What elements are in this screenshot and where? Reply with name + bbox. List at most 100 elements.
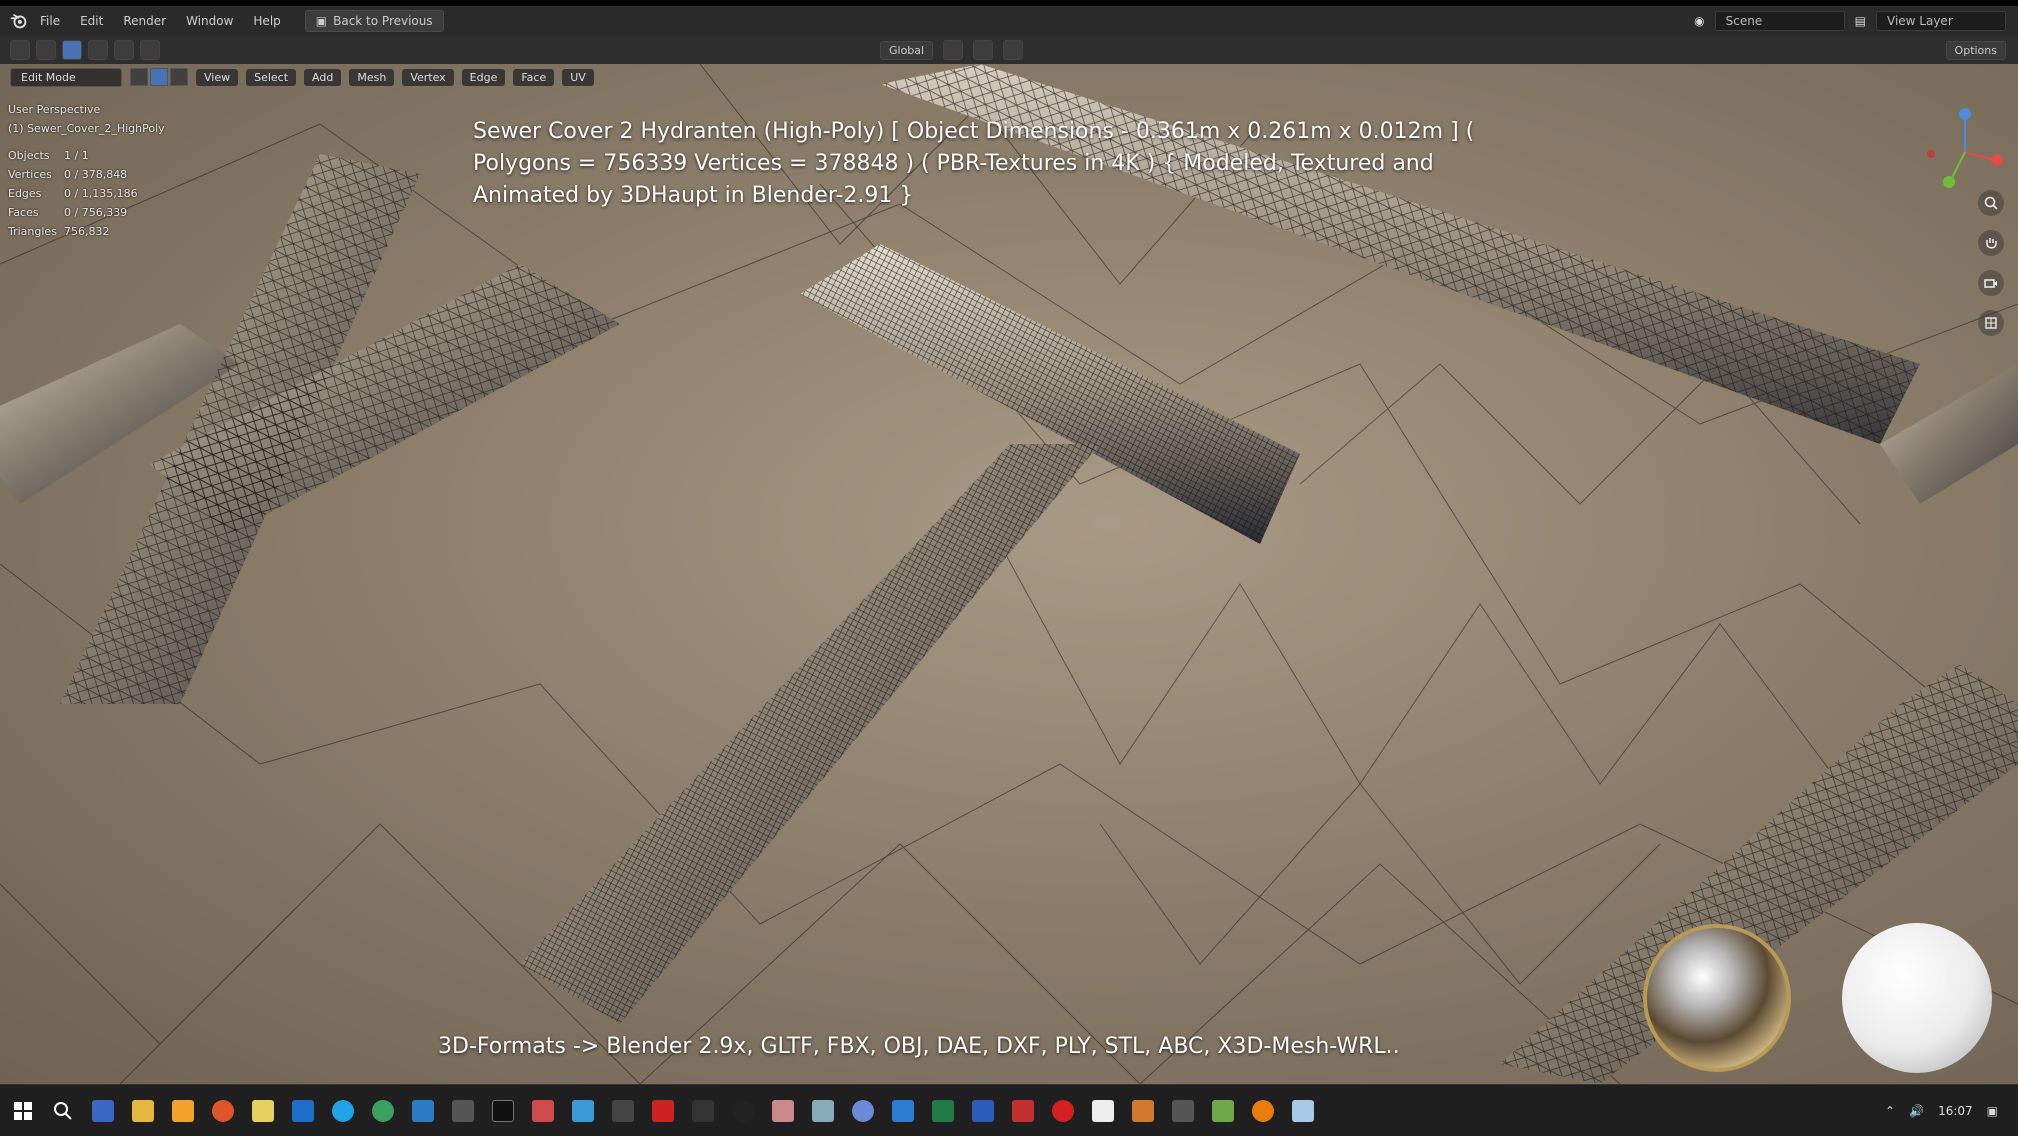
stat-value: 756,832 <box>64 225 110 238</box>
save-icon[interactable] <box>92 1099 114 1122</box>
snap-button[interactable] <box>973 40 994 60</box>
windows-taskbar: ⌃ 🔊 16:07 ▣ <box>0 1084 2018 1136</box>
app-icon[interactable] <box>732 1099 754 1122</box>
overlay-formats-text: 3D-Formats -> Blender 2.9x, GLTF, FBX, O… <box>438 1034 1400 1059</box>
mesh-wireframe-render <box>0 64 2018 1084</box>
menu-select[interactable]: Select <box>246 68 297 86</box>
orientation-dropdown[interactable]: Global <box>880 40 934 60</box>
document-icon[interactable] <box>1092 1099 1114 1122</box>
clock-label[interactable]: 16:07 <box>1938 1104 1973 1118</box>
app-icon[interactable] <box>612 1099 634 1122</box>
terminal-icon[interactable] <box>492 1099 514 1122</box>
app-icon[interactable] <box>852 1099 874 1122</box>
3d-viewport[interactable]: Edit Mode View Select Add Mesh Vertex Ed… <box>0 64 2018 1084</box>
notifications-icon[interactable]: ▣ <box>1987 1104 1998 1118</box>
menu-file[interactable]: File <box>30 14 70 28</box>
menu-view[interactable]: View <box>196 68 239 86</box>
tray-chevron-icon[interactable]: ⌃ <box>1885 1104 1895 1118</box>
folder-icon[interactable] <box>132 1099 154 1122</box>
zoom-icon[interactable] <box>1978 190 2004 216</box>
skype-icon[interactable] <box>332 1099 354 1122</box>
neg-x-axis-icon[interactable] <box>1927 150 1935 158</box>
menu-window[interactable]: Window <box>176 14 243 28</box>
menu-add[interactable]: Add <box>304 68 342 86</box>
select-extend-button[interactable] <box>88 40 108 60</box>
blender-logo-icon[interactable] <box>8 10 30 32</box>
object-name-label: (1) Sewer_Cover_2_HighPoly <box>8 122 165 135</box>
perspective-label: User Perspective <box>8 103 101 116</box>
select-invert-button[interactable] <box>140 40 160 60</box>
pan-hand-icon[interactable] <box>1978 230 2004 256</box>
select-tool-button[interactable] <box>36 40 56 60</box>
camera-icon[interactable] <box>1978 270 2004 296</box>
vertex-select-button[interactable] <box>130 68 148 86</box>
menu-mesh[interactable]: Mesh <box>349 68 395 86</box>
view-layer-field[interactable]: View Layer <box>1876 11 2006 31</box>
search-icon[interactable] <box>52 1100 74 1122</box>
select-subtract-button[interactable] <box>114 40 134 60</box>
pivot-button[interactable] <box>943 40 964 60</box>
mode-dropdown[interactable]: Edit Mode <box>10 67 122 87</box>
app-icon[interactable] <box>692 1099 714 1122</box>
chrome-icon[interactable] <box>372 1099 394 1122</box>
app-icon[interactable] <box>892 1099 914 1122</box>
notes-icon[interactable] <box>252 1099 274 1122</box>
app-icon[interactable] <box>572 1099 594 1122</box>
fullscreen-icon: ▣ <box>315 14 328 28</box>
menu-uv[interactable]: UV <box>562 68 594 86</box>
app-icon[interactable] <box>1212 1099 1234 1122</box>
viewport-stats: User Perspective (1) Sewer_Cover_2_HighP… <box>8 100 165 241</box>
stat-row: Triangles 756,832 <box>8 222 165 241</box>
app-icon[interactable] <box>1292 1099 1314 1122</box>
app-icon[interactable] <box>1172 1099 1194 1122</box>
menu-help[interactable]: Help <box>243 14 290 28</box>
back-to-previous-label: Back to Previous <box>333 14 433 28</box>
stat-row: Edges 0 / 1,135,186 <box>8 184 165 203</box>
firefox-icon[interactable] <box>212 1099 234 1122</box>
x-axis-icon[interactable] <box>1991 154 2003 166</box>
y-axis-icon[interactable] <box>1943 176 1955 188</box>
edge-select-button[interactable] <box>150 68 168 86</box>
view-layer-icon[interactable]: ▤ <box>1855 14 1866 28</box>
editor-type-button[interactable] <box>10 40 30 60</box>
system-tray: ⌃ 🔊 16:07 ▣ <box>1885 1104 2018 1118</box>
border-rail-bevel <box>880 64 2018 1084</box>
excel-icon[interactable] <box>932 1099 954 1122</box>
app-icon[interactable] <box>812 1099 834 1122</box>
app-icon[interactable] <box>772 1099 794 1122</box>
outlook-icon[interactable] <box>292 1099 314 1122</box>
volume-icon[interactable]: 🔊 <box>1909 1104 1924 1118</box>
menu-face[interactable]: Face <box>513 68 555 86</box>
z-axis-icon[interactable] <box>1959 108 1971 120</box>
stat-row: Faces 0 / 756,339 <box>8 203 165 222</box>
app-icon[interactable] <box>652 1099 674 1122</box>
windows-start-icon[interactable] <box>12 1100 34 1122</box>
back-to-previous-button[interactable]: ▣ Back to Previous <box>304 10 444 32</box>
app-icon[interactable] <box>532 1099 554 1122</box>
stat-value: 1 / 1 <box>64 149 89 162</box>
grid-view-icon[interactable] <box>1978 310 2004 336</box>
face-select-button[interactable] <box>170 68 188 86</box>
scene-icon[interactable]: ◉ <box>1694 14 1704 28</box>
word-icon[interactable] <box>972 1099 994 1122</box>
stat-label: Faces <box>8 206 39 219</box>
menu-render[interactable]: Render <box>113 14 176 28</box>
browser-icon[interactable] <box>412 1099 434 1122</box>
menu-vertex[interactable]: Vertex <box>402 68 454 86</box>
proportional-edit-button[interactable] <box>1003 40 1024 60</box>
options-dropdown[interactable]: Options <box>1945 40 2006 60</box>
scene-field[interactable]: Scene <box>1714 11 1845 31</box>
stat-label: Triangles <box>8 225 57 238</box>
stat-label: Edges <box>8 187 42 200</box>
app-icon[interactable] <box>172 1099 194 1122</box>
hdri-preview-sphere <box>1643 924 1791 1072</box>
app-icon[interactable] <box>1132 1099 1154 1122</box>
app-icon[interactable] <box>1012 1099 1034 1122</box>
navigation-gizmo[interactable] <box>1915 102 2005 192</box>
app-icon[interactable] <box>452 1099 474 1122</box>
opera-icon[interactable] <box>1052 1099 1074 1122</box>
menu-edit[interactable]: Edit <box>70 14 113 28</box>
select-box-button[interactable] <box>62 40 82 60</box>
menu-edge[interactable]: Edge <box>461 68 506 86</box>
blender-taskbar-icon[interactable] <box>1252 1099 1274 1122</box>
